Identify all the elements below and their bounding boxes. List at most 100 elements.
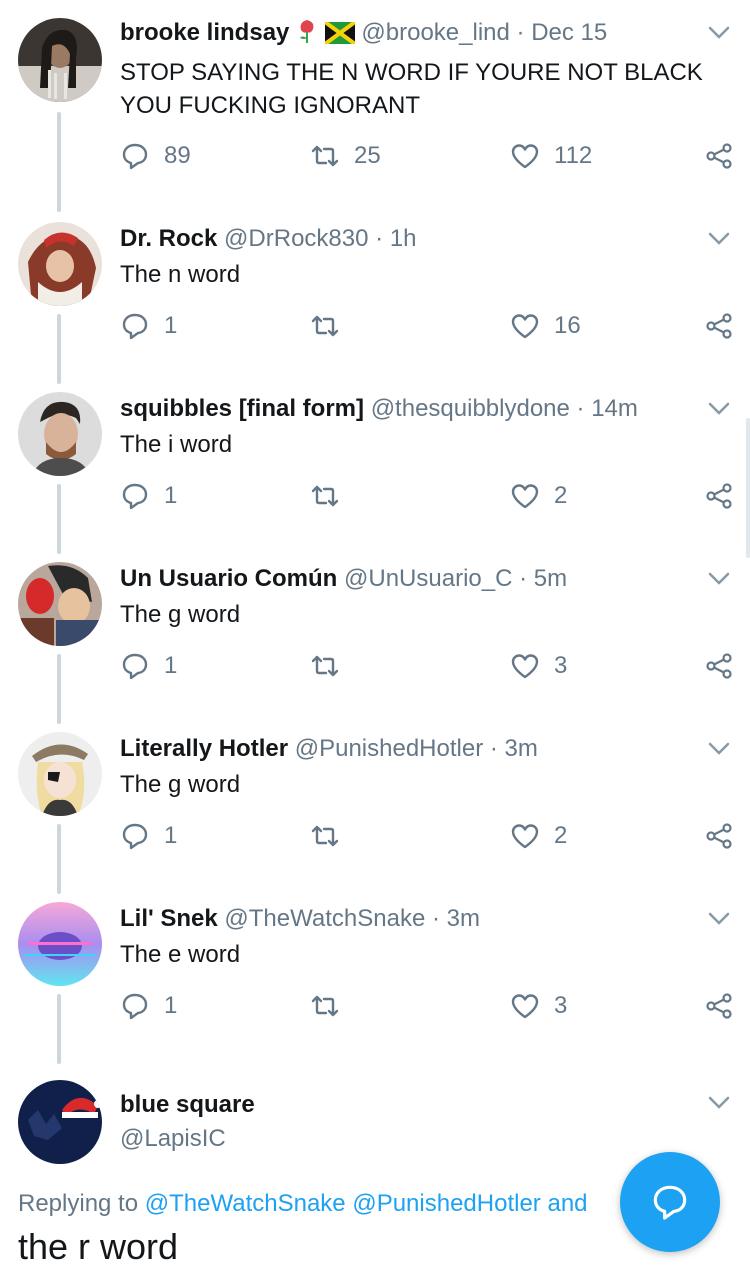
display-name[interactable]: squibbles [final form] [120,395,364,422]
like-button[interactable]: 112 [510,138,592,174]
retweet-button[interactable] [310,648,340,684]
tweet-actions: 1 2 [120,478,740,514]
share-icon [706,823,732,849]
share-button[interactable] [704,138,734,174]
separator-dot: · [516,19,532,46]
handle[interactable]: @UnUsuario_C [344,565,512,592]
retweet-button[interactable] [310,308,340,344]
retweet-icon [311,825,339,847]
reply-button[interactable]: 1 [120,308,177,344]
reply-count: 89 [164,142,191,169]
tweet-text-line: YOU FUCKING IGNORANT [120,92,421,119]
reply-icon [122,143,148,170]
avatar[interactable] [18,902,102,986]
tweet-text: The i word [120,431,233,458]
retweet-icon [311,315,339,337]
reply-button[interactable]: 1 [120,478,177,514]
avatar[interactable] [18,1080,102,1164]
share-icon [706,993,732,1019]
share-button[interactable] [704,308,734,344]
tweet-header: Literally Hotler @PunishedHotler · 3m [120,734,690,764]
avatar[interactable] [18,562,102,646]
reply-button[interactable]: 1 [120,648,177,684]
avatar[interactable] [18,18,102,102]
reply-icon [122,993,148,1020]
reply-icon [122,313,148,340]
display-name[interactable]: brooke lindsay [120,19,289,46]
retweet-button[interactable] [310,988,340,1024]
chevron-down-icon[interactable] [706,568,732,588]
tweet-header: squibbles [final form] @thesquibblydone … [120,394,690,424]
timestamp[interactable]: 3m [505,735,538,762]
share-button[interactable] [704,648,734,684]
share-button[interactable] [704,988,734,1024]
display-name[interactable]: Literally Hotler [120,735,288,762]
avatar[interactable] [18,392,102,476]
reply-count: 1 [164,992,178,1019]
display-name[interactable]: blue square [120,1090,690,1120]
reply-count: 1 [164,312,178,339]
timestamp[interactable]: 5m [534,565,567,592]
display-name[interactable]: Lil' Snek [120,905,218,932]
retweet-button[interactable] [310,818,340,854]
thread-line [57,484,61,554]
retweet-button[interactable]: 25 [310,138,381,174]
compose-reply-button[interactable] [620,1152,720,1252]
timestamp[interactable]: 3m [447,905,480,932]
chevron-down-icon[interactable] [706,1092,732,1112]
retweet-icon [311,485,339,507]
chevron-down-icon[interactable] [706,398,732,418]
tweet-text-line: STOP SAYING THE N WORD IF YOURE NOT BLAC… [120,59,703,86]
mention-link[interactable]: @PunishedHotler [352,1190,540,1217]
handle[interactable]: @LapisIC [120,1124,690,1154]
heart-icon [511,824,539,849]
handle[interactable]: @PunishedHotler [295,735,483,762]
reply-icon [122,653,148,680]
thread-line [57,654,61,724]
timestamp[interactable]: Dec 15 [531,19,607,46]
tweet-header: Dr. Rock @DrRock830 · 1h [120,224,690,254]
tweet-actions: 1 3 [120,988,740,1024]
timestamp[interactable]: 14m [591,395,638,422]
tweet-actions: 89 25 112 [120,138,740,174]
thread-line [57,824,61,894]
avatar[interactable] [18,222,102,306]
like-count: 2 [554,822,568,849]
timestamp[interactable]: 1h [390,225,417,252]
like-button[interactable]: 2 [510,478,567,514]
replying-to: Replying to @TheWatchSnake @PunishedHotl… [18,1190,588,1218]
like-button[interactable]: 3 [510,648,567,684]
handle[interactable]: @TheWatchSnake [224,905,425,932]
reply-icon [122,483,148,510]
chevron-down-icon[interactable] [706,228,732,248]
reply-button[interactable]: 89 [120,138,191,174]
like-count: 112 [554,142,593,169]
chevron-down-icon[interactable] [706,22,732,42]
replying-suffix[interactable]: and [547,1190,587,1217]
retweet-button[interactable] [310,478,340,514]
tweet-actions: 1 16 [120,308,740,344]
tweet-header: blue square @LapisIC [120,1090,690,1154]
chevron-down-icon[interactable] [706,908,732,928]
reply-button[interactable]: 1 [120,988,177,1024]
chevron-down-icon[interactable] [706,738,732,758]
avatar[interactable] [18,732,102,816]
share-button[interactable] [704,478,734,514]
tweet-actions: 1 3 [120,648,740,684]
reply-button[interactable]: 1 [120,818,177,854]
display-name[interactable]: Un Usuario Común [120,565,337,592]
handle[interactable]: @DrRock830 [224,225,368,252]
like-button[interactable]: 3 [510,988,567,1024]
share-button[interactable] [704,818,734,854]
like-button[interactable]: 16 [510,308,581,344]
handle[interactable]: @thesquibblydone [371,395,570,422]
heart-icon [511,314,539,339]
display-name[interactable]: Dr. Rock [120,225,217,252]
thread-line [57,314,61,384]
mention-link[interactable]: @TheWatchSnake [145,1190,346,1217]
tweet-actions: 1 2 [120,818,740,854]
handle[interactable]: @brooke_lind [361,19,509,46]
scrollbar[interactable] [746,418,750,558]
tweet-text: The g word [120,601,241,628]
like-button[interactable]: 2 [510,818,567,854]
